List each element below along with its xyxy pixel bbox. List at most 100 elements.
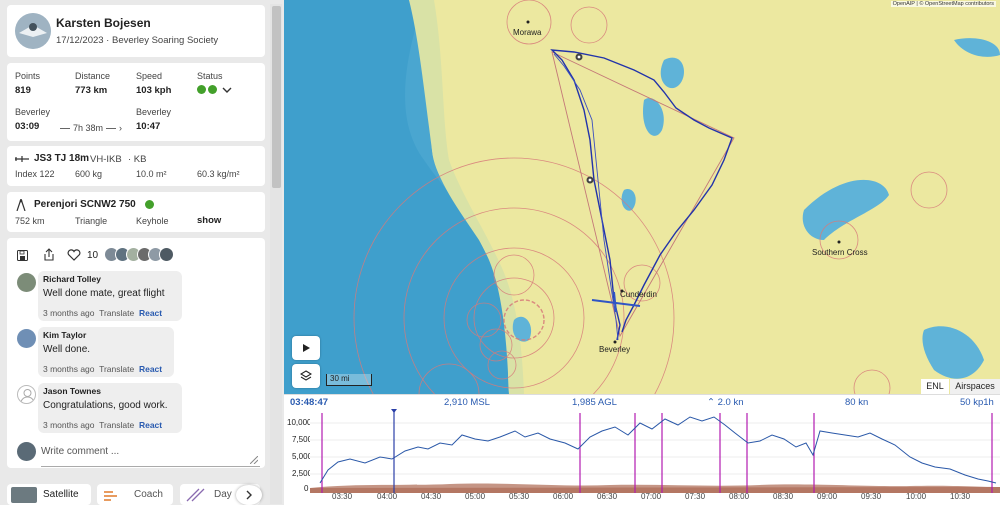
task-show-link[interactable]: show <box>197 215 221 226</box>
x-tick: 04:00 <box>377 492 398 501</box>
compass-icon <box>16 199 26 211</box>
comment-author[interactable]: Richard Tolley <box>43 274 177 284</box>
glider-wing-loading: 60.3 kg/m² <box>197 169 240 179</box>
pilot-card: Karsten Bojesen 17/12/2023 · Beverley So… <box>7 5 265 57</box>
coach-icon <box>104 490 117 501</box>
x-axis: 03:30 04:00 04:30 05:00 05:30 06:00 06:3… <box>310 492 1000 504</box>
resize-handle-icon[interactable] <box>250 456 258 464</box>
task-status-dot <box>145 200 154 209</box>
chevron-right-icon <box>246 490 252 500</box>
duration-line: 7h 38m › <box>60 123 122 133</box>
flight-date-club[interactable]: 17/12/2023 · Beverley Soaring Society <box>56 35 218 46</box>
glider-weight: 600 kg <box>75 169 103 179</box>
status-label: Status <box>197 71 223 81</box>
tab-satellite[interactable]: Satellite <box>7 484 91 505</box>
likes-count[interactable]: 10 <box>87 250 98 261</box>
task-card[interactable]: Perenjori SCNW2 750 752 km Triangle Keyh… <box>7 192 265 232</box>
tab-coach[interactable]: Coach <box>97 484 173 505</box>
sidebar: Karsten Bojesen 17/12/2023 · Beverley So… <box>0 0 284 505</box>
tab-enl[interactable]: ENL <box>921 379 949 394</box>
glider-registration: VH-IKB <box>90 154 122 165</box>
tab-satellite-label: Satellite <box>43 489 79 500</box>
x-tick: 10:30 <box>950 492 971 501</box>
comment-author[interactable]: Kim Taylor <box>43 330 169 340</box>
points-label: Points <box>15 71 41 81</box>
barogram[interactable]: 03:48:47 2,910 MSL 1,985 AGL ⌃ 2.0 kn 80… <box>284 394 1000 505</box>
comment-input[interactable]: Write comment ... <box>41 445 260 467</box>
glider-wing-area: 10.0 m² <box>136 169 167 179</box>
comment-age: 3 months ago <box>43 308 95 318</box>
map[interactable]: OpenAIP | © OpenStreetMap contributors M… <box>284 0 1000 394</box>
avatar[interactable] <box>17 329 36 348</box>
y-tick: 10,000 <box>287 418 312 427</box>
start-time: 03:09 <box>15 121 40 132</box>
map-canvas[interactable] <box>284 0 1000 394</box>
x-tick: 06:00 <box>553 492 574 501</box>
flight-duration: 7h 38m <box>73 123 104 133</box>
task-distance: 752 km <box>15 216 45 226</box>
status-dot <box>208 85 217 94</box>
glider-card[interactable]: JS3 TJ 18m VH-IKB · KB Index 122 600 kg … <box>7 146 265 186</box>
comment-text: Congratulations, good work. <box>43 400 168 411</box>
place-label-southern-cross: Southern Cross <box>812 248 868 257</box>
x-tick: 05:30 <box>509 492 530 501</box>
chevron-down-icon <box>222 87 232 93</box>
heart-icon[interactable] <box>67 249 81 261</box>
play-button[interactable] <box>292 336 320 360</box>
comment-age: 3 months ago <box>43 364 95 374</box>
barogram-plot[interactable] <box>310 407 1000 494</box>
place-label-beverley: Beverley <box>599 345 631 354</box>
avatar <box>159 247 174 262</box>
comment-meta: 3 months ago Translate React <box>43 420 162 430</box>
tab-day-label: Day <box>214 489 232 500</box>
react-link[interactable]: React <box>139 420 162 430</box>
start-place: Beverley <box>15 107 51 117</box>
comment-author[interactable]: Jason Townes <box>43 386 177 396</box>
distance-label: Distance <box>75 71 111 81</box>
task-name: Perenjori SCNW2 750 <box>34 199 136 210</box>
x-tick: 08:00 <box>729 492 750 501</box>
translate-link[interactable]: Translate <box>99 364 134 374</box>
translate-link[interactable]: Translate <box>99 308 134 318</box>
x-tick: 09:30 <box>861 492 882 501</box>
translate-link[interactable]: Translate <box>99 420 134 430</box>
end-place: Beverley <box>136 107 172 117</box>
avatar[interactable] <box>17 273 36 292</box>
task-sector: Keyhole <box>136 216 169 226</box>
glider-competition-id: · KB <box>128 154 147 165</box>
liker-avatars[interactable] <box>104 247 174 262</box>
social-card: 10 Richard Tolley Well done mate, great … <box>7 238 265 468</box>
x-tick: 09:00 <box>817 492 838 501</box>
react-link[interactable]: React <box>139 308 162 318</box>
tab-airspaces[interactable]: Airspaces <box>950 379 1000 394</box>
share-icon[interactable] <box>43 248 55 261</box>
x-tick: 07:30 <box>685 492 706 501</box>
comment-meta: 3 months ago Translate React <box>43 308 162 318</box>
glider-index: Index 122 <box>15 169 55 179</box>
distance-value: 773 km <box>75 85 108 96</box>
stats-card: Points 819 Distance 773 km Speed 103 kph… <box>7 63 265 141</box>
react-link[interactable]: React <box>139 364 162 374</box>
x-tick: 04:30 <box>421 492 442 501</box>
place-label-morawa: Morawa <box>513 28 542 37</box>
sidebar-scrollbar-thumb[interactable] <box>272 6 281 188</box>
day-icon <box>186 488 205 501</box>
pilot-avatar[interactable] <box>15 13 51 49</box>
attribution: OpenAIP | © OpenStreetMap contributors <box>890 1 996 7</box>
status-indicator[interactable] <box>197 85 232 94</box>
avatar[interactable] <box>17 385 36 404</box>
glider-model: JS3 TJ 18m <box>34 153 90 164</box>
map-scale-label: 30 mi <box>330 374 350 383</box>
speed-label: Speed <box>136 71 163 81</box>
map-scale: 30 mi <box>326 374 372 386</box>
layers-button[interactable] <box>292 364 320 388</box>
place-label-cunderdin: Cunderdin <box>620 290 657 299</box>
layers-icon <box>300 370 312 381</box>
tabs-next-button[interactable] <box>236 485 262 505</box>
points-value: 819 <box>15 85 31 96</box>
save-icon[interactable] <box>17 250 28 261</box>
avatar <box>17 442 36 461</box>
pilot-name[interactable]: Karsten Bojesen <box>56 16 151 30</box>
comment-text: Well done mate, great flight <box>43 288 165 299</box>
comment-meta: 3 months ago Translate React <box>43 364 162 374</box>
